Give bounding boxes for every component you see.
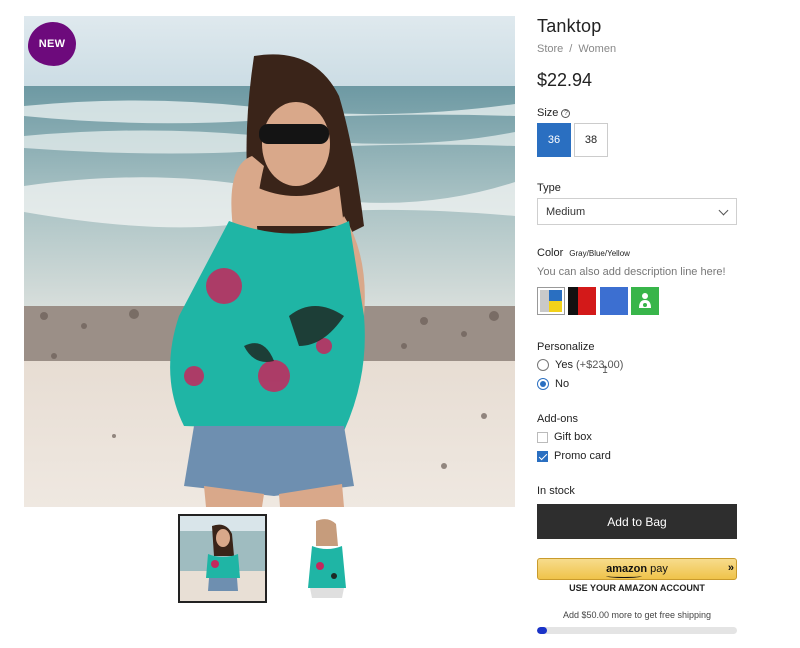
- addon-gift-box-label: Gift box: [554, 431, 592, 443]
- add-to-bag-button[interactable]: Add to Bag: [537, 504, 737, 539]
- addon-gift-box[interactable]: Gift box: [537, 431, 592, 443]
- thumbnail-2[interactable]: [282, 514, 371, 603]
- addon-promo-card[interactable]: Promo card: [537, 450, 611, 462]
- personalize-no-option[interactable]: No: [537, 378, 569, 390]
- personalize-yes-label: Yes: [555, 359, 573, 371]
- free-shipping-progress-fill: [537, 627, 547, 634]
- personalize-yes-price: (+$23.00): [576, 359, 624, 371]
- swatch-blue[interactable]: [600, 287, 628, 315]
- double-chevron-right-icon: »: [727, 562, 734, 574]
- info-icon[interactable]: ?: [561, 109, 571, 118]
- free-shipping-text: Add $50.00 more to get free shipping: [562, 610, 712, 620]
- color-description: You can also add description line here!: [537, 266, 726, 278]
- checkbox-promo-card[interactable]: [537, 450, 548, 462]
- radio-no[interactable]: [537, 378, 549, 390]
- personalize-label: Personalize: [537, 341, 595, 353]
- personalize-no-label: No: [555, 378, 570, 390]
- breadcrumb-separator: /: [569, 43, 573, 55]
- amazon-smile-icon: [606, 574, 643, 578]
- type-select[interactable]: Medium: [537, 198, 737, 225]
- size-label: Size: [537, 107, 559, 119]
- color-value: Gray/Blue/Yellow: [569, 249, 630, 258]
- cursor-icon: ↥: [601, 365, 610, 376]
- checkbox-gift-box[interactable]: [537, 431, 548, 443]
- swatch-gray-blue-yellow[interactable]: [537, 287, 565, 315]
- swatch-black-red[interactable]: [568, 287, 596, 315]
- color-label: Color: [537, 247, 564, 259]
- amazon-pay-text: pay: [650, 563, 668, 575]
- thumbnail-1[interactable]: [178, 514, 267, 603]
- amazon-account-subtext: USE YOUR AMAZON ACCOUNT: [569, 583, 705, 593]
- free-shipping-progress: [537, 627, 737, 634]
- amazon-pay-button[interactable]: amazon pay »: [537, 558, 737, 580]
- breadcrumb-store[interactable]: Store: [537, 43, 563, 55]
- product-main-image[interactable]: [24, 16, 515, 507]
- size-label-row: Size?: [537, 107, 571, 119]
- product-price: $22.94: [537, 70, 593, 90]
- addons-label: Add-ons: [537, 413, 578, 425]
- size-option-38[interactable]: 38: [574, 123, 608, 157]
- swatch-green-person[interactable]: [631, 287, 659, 315]
- product-title: Tanktop: [537, 16, 602, 36]
- amazon-logo: amazon: [606, 563, 647, 578]
- addon-promo-card-label: Promo card: [554, 450, 611, 462]
- type-label: Type: [537, 182, 561, 194]
- new-badge: NEW: [28, 22, 76, 66]
- size-option-36[interactable]: 36: [537, 123, 571, 157]
- type-select-value: Medium: [546, 205, 586, 218]
- breadcrumb-women[interactable]: Women: [578, 43, 616, 55]
- personalize-yes-option[interactable]: Yes (+$23.00): [537, 359, 623, 371]
- color-label-row: Color Gray/Blue/Yellow: [537, 247, 630, 259]
- radio-yes[interactable]: [537, 359, 549, 371]
- breadcrumb: Store / Women: [537, 43, 616, 55]
- stock-status: In stock: [537, 485, 575, 497]
- chevron-down-icon: [718, 205, 729, 216]
